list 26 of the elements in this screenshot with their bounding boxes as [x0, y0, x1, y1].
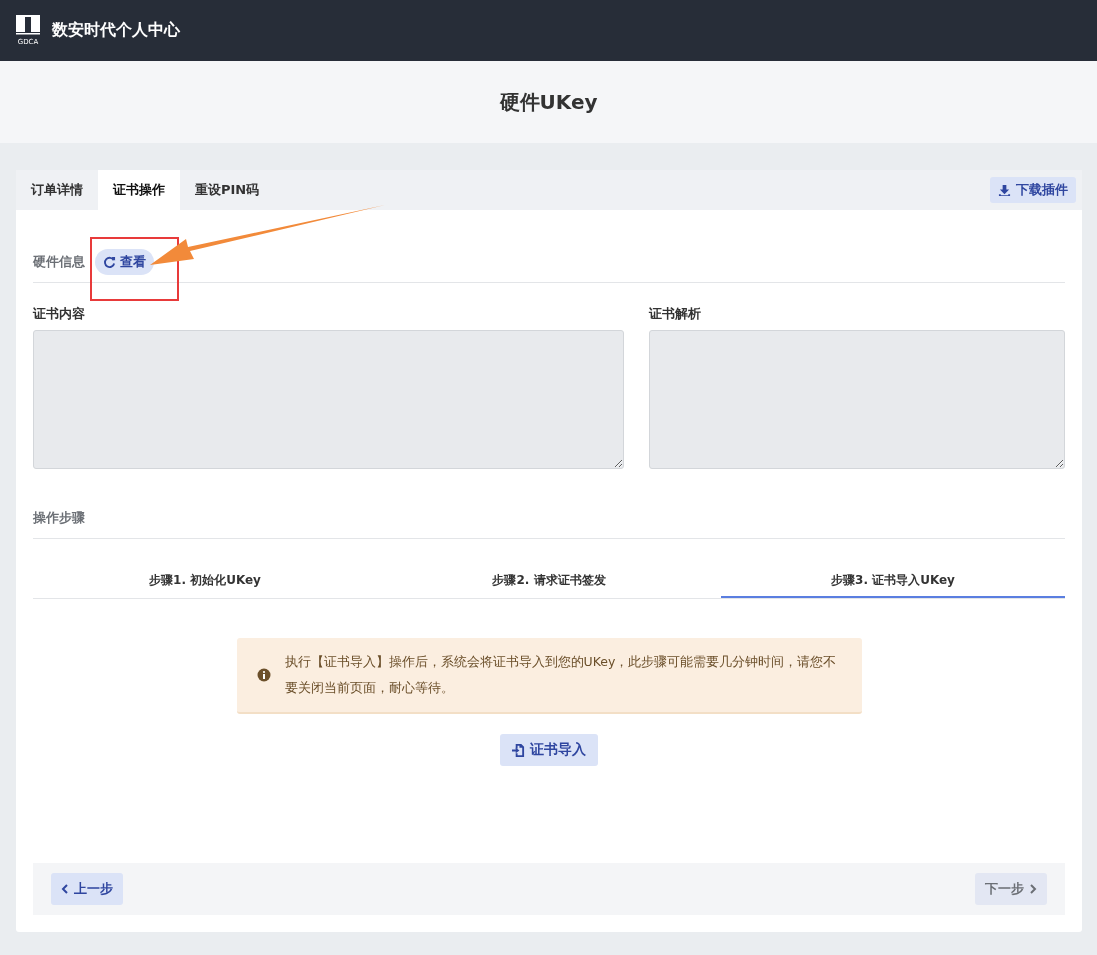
step-tab[interactable]: 步骤2. 请求证书签发 [377, 562, 721, 598]
section-label: 操作步骤 [33, 510, 85, 527]
refresh-icon [103, 255, 116, 269]
step-tab[interactable]: 步骤3. 证书导入UKey [721, 562, 1065, 598]
chevron-right-icon [1029, 884, 1037, 894]
import-certificate-button[interactable]: 证书导入 [500, 734, 598, 766]
page-title: 硬件UKey [499, 88, 598, 116]
info-icon [256, 668, 271, 682]
tab[interactable]: 订单详情 [16, 170, 98, 210]
chevron-left-icon [61, 884, 69, 894]
file-import-icon [512, 743, 525, 757]
text-area[interactable] [33, 330, 625, 469]
text-area[interactable] [649, 330, 1065, 469]
logo-mark-icon [16, 15, 40, 37]
tab[interactable]: 证书操作 [98, 170, 180, 210]
field-label: 证书内容 [33, 305, 86, 323]
app-title: 数安时代个人中心 [52, 20, 180, 41]
section-label: 硬件信息 [33, 253, 85, 271]
download-icon [998, 183, 1011, 197]
download-plugin-button[interactable]: 下载插件 [990, 177, 1076, 203]
alert-text: 执行【证书导入】操作后，系统会将证书导入到您的UKey，此步骤可能需要几分钟时间，请您不要关闭当前页面，耐心等待。 [284, 653, 838, 697]
tab[interactable]: 重设PIN码 [180, 170, 275, 210]
view-button[interactable]: 查看 [95, 249, 154, 275]
previous-step-button[interactable]: 上一步 [51, 873, 123, 905]
step-tab[interactable]: 步骤1. 初始化UKey [33, 562, 377, 598]
field-label: 证书解析 [649, 305, 703, 323]
